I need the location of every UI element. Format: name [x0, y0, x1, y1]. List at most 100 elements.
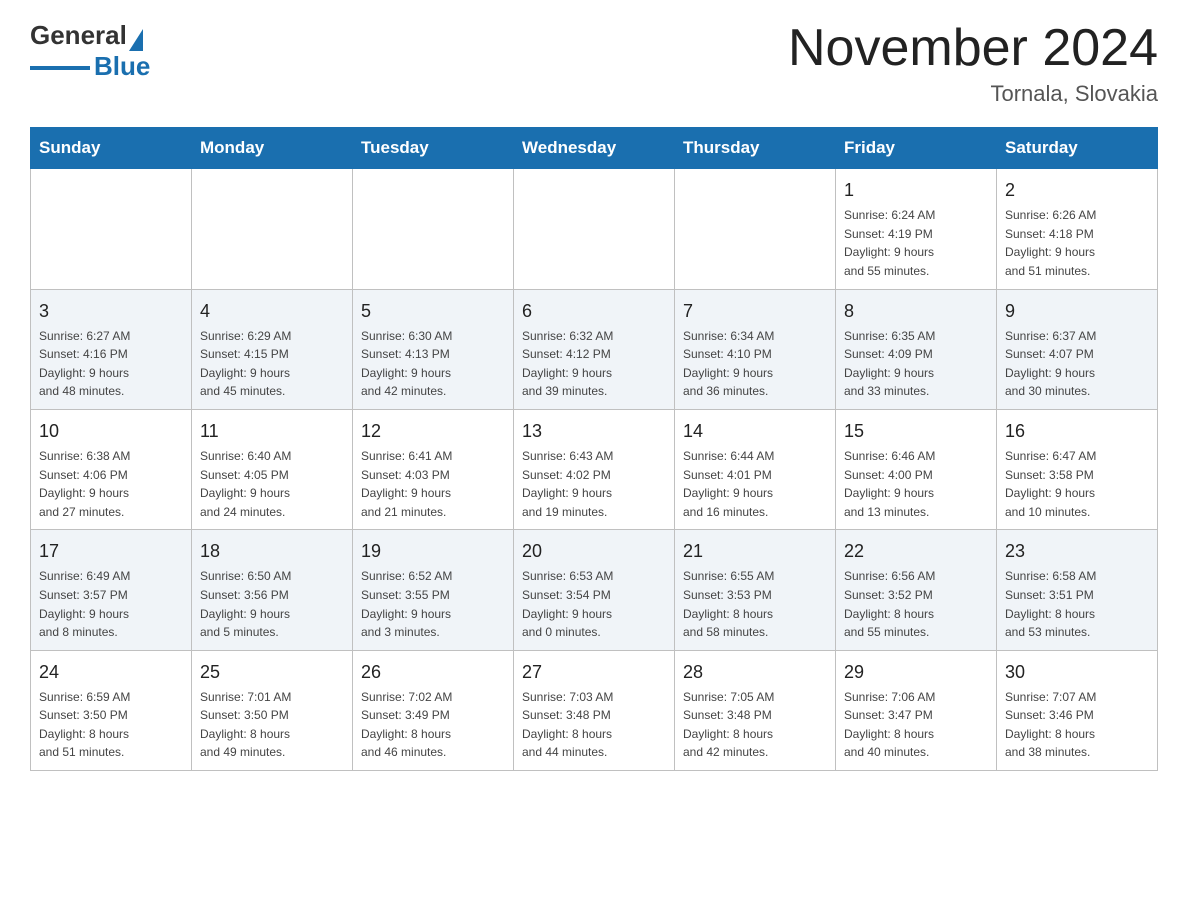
- calendar-title: November 2024: [788, 20, 1158, 77]
- calendar-cell: [353, 169, 514, 289]
- day-info: Sunrise: 7:05 AM Sunset: 3:48 PM Dayligh…: [683, 688, 827, 762]
- calendar-cell: 12Sunrise: 6:41 AM Sunset: 4:03 PM Dayli…: [353, 409, 514, 529]
- day-number: 24: [39, 659, 183, 686]
- day-number: 28: [683, 659, 827, 686]
- logo-line: [30, 66, 90, 70]
- day-info: Sunrise: 6:30 AM Sunset: 4:13 PM Dayligh…: [361, 327, 505, 401]
- day-info: Sunrise: 6:58 AM Sunset: 3:51 PM Dayligh…: [1005, 567, 1149, 641]
- calendar-cell: 19Sunrise: 6:52 AM Sunset: 3:55 PM Dayli…: [353, 530, 514, 650]
- day-header-wednesday: Wednesday: [514, 128, 675, 169]
- day-number: 8: [844, 298, 988, 325]
- day-number: 17: [39, 538, 183, 565]
- day-info: Sunrise: 6:49 AM Sunset: 3:57 PM Dayligh…: [39, 567, 183, 641]
- day-number: 27: [522, 659, 666, 686]
- week-row-4: 17Sunrise: 6:49 AM Sunset: 3:57 PM Dayli…: [31, 530, 1158, 650]
- calendar-cell: 10Sunrise: 6:38 AM Sunset: 4:06 PM Dayli…: [31, 409, 192, 529]
- day-number: 2: [1005, 177, 1149, 204]
- day-info: Sunrise: 6:35 AM Sunset: 4:09 PM Dayligh…: [844, 327, 988, 401]
- calendar-cell: 13Sunrise: 6:43 AM Sunset: 4:02 PM Dayli…: [514, 409, 675, 529]
- calendar-table: SundayMondayTuesdayWednesdayThursdayFrid…: [30, 127, 1158, 771]
- calendar-cell: 25Sunrise: 7:01 AM Sunset: 3:50 PM Dayli…: [192, 650, 353, 770]
- calendar-cell: 30Sunrise: 7:07 AM Sunset: 3:46 PM Dayli…: [997, 650, 1158, 770]
- day-number: 29: [844, 659, 988, 686]
- day-info: Sunrise: 6:56 AM Sunset: 3:52 PM Dayligh…: [844, 567, 988, 641]
- day-number: 10: [39, 418, 183, 445]
- week-row-1: 1Sunrise: 6:24 AM Sunset: 4:19 PM Daylig…: [31, 169, 1158, 289]
- calendar-cell: 3Sunrise: 6:27 AM Sunset: 4:16 PM Daylig…: [31, 289, 192, 409]
- day-number: 1: [844, 177, 988, 204]
- calendar-cell: [514, 169, 675, 289]
- calendar-subtitle: Tornala, Slovakia: [788, 81, 1158, 107]
- day-number: 19: [361, 538, 505, 565]
- week-row-3: 10Sunrise: 6:38 AM Sunset: 4:06 PM Dayli…: [31, 409, 1158, 529]
- day-info: Sunrise: 7:02 AM Sunset: 3:49 PM Dayligh…: [361, 688, 505, 762]
- day-info: Sunrise: 6:46 AM Sunset: 4:00 PM Dayligh…: [844, 447, 988, 521]
- day-number: 12: [361, 418, 505, 445]
- day-info: Sunrise: 7:07 AM Sunset: 3:46 PM Dayligh…: [1005, 688, 1149, 762]
- calendar-cell: [192, 169, 353, 289]
- day-number: 13: [522, 418, 666, 445]
- day-number: 5: [361, 298, 505, 325]
- day-info: Sunrise: 6:29 AM Sunset: 4:15 PM Dayligh…: [200, 327, 344, 401]
- day-info: Sunrise: 6:59 AM Sunset: 3:50 PM Dayligh…: [39, 688, 183, 762]
- calendar-cell: 14Sunrise: 6:44 AM Sunset: 4:01 PM Dayli…: [675, 409, 836, 529]
- day-number: 21: [683, 538, 827, 565]
- day-info: Sunrise: 6:40 AM Sunset: 4:05 PM Dayligh…: [200, 447, 344, 521]
- day-info: Sunrise: 6:24 AM Sunset: 4:19 PM Dayligh…: [844, 206, 988, 280]
- day-info: Sunrise: 6:55 AM Sunset: 3:53 PM Dayligh…: [683, 567, 827, 641]
- day-header-friday: Friday: [836, 128, 997, 169]
- day-info: Sunrise: 6:47 AM Sunset: 3:58 PM Dayligh…: [1005, 447, 1149, 521]
- day-info: Sunrise: 7:03 AM Sunset: 3:48 PM Dayligh…: [522, 688, 666, 762]
- calendar-cell: 2Sunrise: 6:26 AM Sunset: 4:18 PM Daylig…: [997, 169, 1158, 289]
- week-row-5: 24Sunrise: 6:59 AM Sunset: 3:50 PM Dayli…: [31, 650, 1158, 770]
- calendar-cell: 9Sunrise: 6:37 AM Sunset: 4:07 PM Daylig…: [997, 289, 1158, 409]
- calendar-cell: 16Sunrise: 6:47 AM Sunset: 3:58 PM Dayli…: [997, 409, 1158, 529]
- calendar-cell: 5Sunrise: 6:30 AM Sunset: 4:13 PM Daylig…: [353, 289, 514, 409]
- day-number: 16: [1005, 418, 1149, 445]
- day-number: 4: [200, 298, 344, 325]
- calendar-cell: 15Sunrise: 6:46 AM Sunset: 4:00 PM Dayli…: [836, 409, 997, 529]
- day-number: 11: [200, 418, 344, 445]
- day-number: 14: [683, 418, 827, 445]
- day-number: 20: [522, 538, 666, 565]
- day-info: Sunrise: 6:37 AM Sunset: 4:07 PM Dayligh…: [1005, 327, 1149, 401]
- calendar-cell: 22Sunrise: 6:56 AM Sunset: 3:52 PM Dayli…: [836, 530, 997, 650]
- calendar-cell: 24Sunrise: 6:59 AM Sunset: 3:50 PM Dayli…: [31, 650, 192, 770]
- day-info: Sunrise: 7:06 AM Sunset: 3:47 PM Dayligh…: [844, 688, 988, 762]
- day-number: 23: [1005, 538, 1149, 565]
- day-info: Sunrise: 6:44 AM Sunset: 4:01 PM Dayligh…: [683, 447, 827, 521]
- logo-blue-text: Blue: [94, 51, 150, 82]
- calendar-cell: 23Sunrise: 6:58 AM Sunset: 3:51 PM Dayli…: [997, 530, 1158, 650]
- day-info: Sunrise: 6:41 AM Sunset: 4:03 PM Dayligh…: [361, 447, 505, 521]
- day-number: 25: [200, 659, 344, 686]
- calendar-cell: 6Sunrise: 6:32 AM Sunset: 4:12 PM Daylig…: [514, 289, 675, 409]
- calendar-cell: 17Sunrise: 6:49 AM Sunset: 3:57 PM Dayli…: [31, 530, 192, 650]
- day-header-saturday: Saturday: [997, 128, 1158, 169]
- day-number: 26: [361, 659, 505, 686]
- day-header-monday: Monday: [192, 128, 353, 169]
- day-header-row: SundayMondayTuesdayWednesdayThursdayFrid…: [31, 128, 1158, 169]
- calendar-cell: 20Sunrise: 6:53 AM Sunset: 3:54 PM Dayli…: [514, 530, 675, 650]
- day-info: Sunrise: 6:32 AM Sunset: 4:12 PM Dayligh…: [522, 327, 666, 401]
- day-number: 18: [200, 538, 344, 565]
- calendar-cell: 29Sunrise: 7:06 AM Sunset: 3:47 PM Dayli…: [836, 650, 997, 770]
- day-number: 6: [522, 298, 666, 325]
- calendar-cell: 28Sunrise: 7:05 AM Sunset: 3:48 PM Dayli…: [675, 650, 836, 770]
- header: General Blue November 2024 Tornala, Slov…: [30, 20, 1158, 107]
- calendar-cell: [675, 169, 836, 289]
- day-number: 9: [1005, 298, 1149, 325]
- day-info: Sunrise: 7:01 AM Sunset: 3:50 PM Dayligh…: [200, 688, 344, 762]
- day-info: Sunrise: 6:50 AM Sunset: 3:56 PM Dayligh…: [200, 567, 344, 641]
- calendar-cell: 11Sunrise: 6:40 AM Sunset: 4:05 PM Dayli…: [192, 409, 353, 529]
- day-info: Sunrise: 6:52 AM Sunset: 3:55 PM Dayligh…: [361, 567, 505, 641]
- calendar-cell: 18Sunrise: 6:50 AM Sunset: 3:56 PM Dayli…: [192, 530, 353, 650]
- calendar-cell: [31, 169, 192, 289]
- logo: General Blue: [30, 20, 150, 82]
- calendar-cell: 7Sunrise: 6:34 AM Sunset: 4:10 PM Daylig…: [675, 289, 836, 409]
- day-info: Sunrise: 6:34 AM Sunset: 4:10 PM Dayligh…: [683, 327, 827, 401]
- logo-general-text: General: [30, 20, 127, 51]
- day-number: 3: [39, 298, 183, 325]
- day-header-tuesday: Tuesday: [353, 128, 514, 169]
- day-number: 30: [1005, 659, 1149, 686]
- calendar-cell: 8Sunrise: 6:35 AM Sunset: 4:09 PM Daylig…: [836, 289, 997, 409]
